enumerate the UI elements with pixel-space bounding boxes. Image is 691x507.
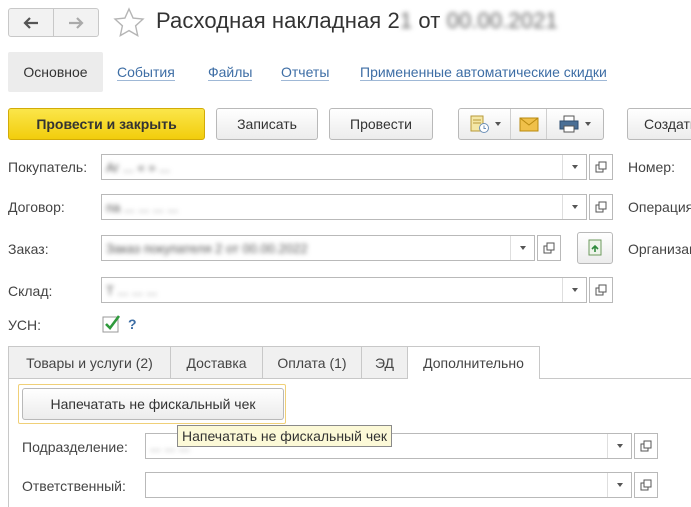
usn-help-link[interactable]: ? — [128, 316, 137, 332]
warehouse-label: Склад: — [8, 283, 53, 299]
dropdown-button[interactable] — [562, 155, 586, 179]
buyer-open-button[interactable] — [589, 154, 613, 180]
envelope-icon — [519, 117, 538, 131]
buyer-field[interactable]: Аг ... « » ... — [101, 154, 587, 180]
tab-payment[interactable]: Оплата (1) — [262, 346, 362, 378]
buyer-value: Аг ... « » ... — [106, 159, 170, 175]
chevron-down-icon — [494, 122, 501, 126]
arrow-left-icon — [23, 16, 38, 29]
open-window-icon — [595, 284, 607, 296]
subtab-main[interactable]: Основное — [8, 52, 103, 92]
refresh-document-icon — [588, 239, 602, 256]
chevron-down-icon — [585, 122, 591, 126]
contract-value: па ... ... ... ... — [106, 199, 179, 215]
warehouse-field[interactable]: Т ... ... ... — [101, 277, 587, 303]
dropdown-button[interactable] — [607, 473, 631, 497]
page-title: Расходная накладная 21 от 00.00.2021 — [156, 8, 558, 33]
tab-delivery[interactable]: Доставка — [170, 346, 263, 378]
subtab-discounts[interactable]: Примененные автоматические скидки — [360, 64, 607, 81]
open-window-icon — [543, 242, 555, 254]
print-button[interactable] — [547, 109, 603, 139]
chevron-down-icon — [616, 444, 623, 448]
fill-by-order-button[interactable] — [577, 232, 613, 264]
open-window-icon — [595, 161, 607, 173]
toolbar-icon-group — [458, 108, 604, 140]
arrow-right-icon — [69, 16, 84, 29]
responsible-field[interactable] — [145, 472, 632, 498]
tab-goods[interactable]: Товары и услуги (2) — [8, 346, 171, 378]
usn-label: УСН: — [8, 317, 42, 333]
subtab-files[interactable]: Файлы — [208, 64, 253, 81]
chevron-down-icon — [571, 205, 578, 209]
responsible-label: Ответственный: — [22, 478, 126, 494]
contract-field[interactable]: па ... ... ... ... — [101, 194, 587, 220]
chevron-down-icon — [571, 288, 578, 292]
post-button[interactable]: Провести — [329, 108, 433, 140]
dropdown-button[interactable] — [562, 195, 586, 219]
favorite-star-icon[interactable] — [112, 6, 146, 40]
printer-icon — [559, 115, 579, 133]
dropdown-button[interactable] — [510, 236, 534, 260]
print-nonfiscal-receipt-button[interactable]: Напечатать не фискальный чек — [22, 388, 284, 420]
subtab-events[interactable]: События — [117, 64, 175, 81]
open-window-icon — [595, 201, 607, 213]
email-button[interactable] — [511, 109, 547, 139]
responsible-open-button[interactable] — [634, 472, 658, 498]
forward-button[interactable] — [53, 8, 99, 37]
order-value: Заказ покупателя 2 от 00.00.2022 — [106, 240, 308, 256]
chevron-down-icon — [519, 246, 526, 250]
subtab-reports[interactable]: Отчеты — [281, 64, 330, 81]
warehouse-value: Т ... ... ... — [106, 282, 158, 298]
open-window-icon — [640, 440, 652, 452]
operation-label: Операция: — [628, 199, 691, 215]
back-button[interactable] — [8, 8, 54, 37]
create-based-on-button[interactable]: Создать на основании — [627, 108, 691, 140]
chevron-down-icon — [616, 483, 623, 487]
contract-open-button[interactable] — [589, 194, 613, 220]
save-button[interactable]: Записать — [216, 108, 318, 140]
dropdown-button[interactable] — [607, 434, 631, 458]
tab-extra[interactable]: Дополнительно — [407, 346, 540, 379]
number-label: Номер: — [628, 159, 675, 175]
dropdown-button[interactable] — [562, 278, 586, 302]
tab-ed[interactable]: ЭД — [361, 346, 408, 378]
document-report-icon — [470, 115, 489, 133]
warehouse-open-button[interactable] — [589, 277, 613, 303]
chevron-down-icon — [571, 165, 578, 169]
document-report-button[interactable] — [459, 109, 511, 139]
organization-label: Организация: — [628, 241, 691, 257]
order-label: Заказ: — [8, 241, 49, 257]
usn-checkbox[interactable] — [102, 314, 122, 334]
division-label: Подразделение: — [22, 439, 128, 455]
contract-label: Договор: — [8, 199, 65, 215]
post-and-close-button[interactable]: Провести и закрыть — [8, 108, 205, 140]
division-open-button[interactable] — [634, 433, 658, 459]
open-window-icon — [640, 479, 652, 491]
order-open-button[interactable] — [537, 235, 561, 261]
tooltip: Напечатать не фискальный чек — [177, 425, 393, 447]
buyer-label: Покупатель: — [8, 159, 88, 175]
order-field[interactable]: Заказ покупателя 2 от 00.00.2022 — [101, 235, 535, 261]
